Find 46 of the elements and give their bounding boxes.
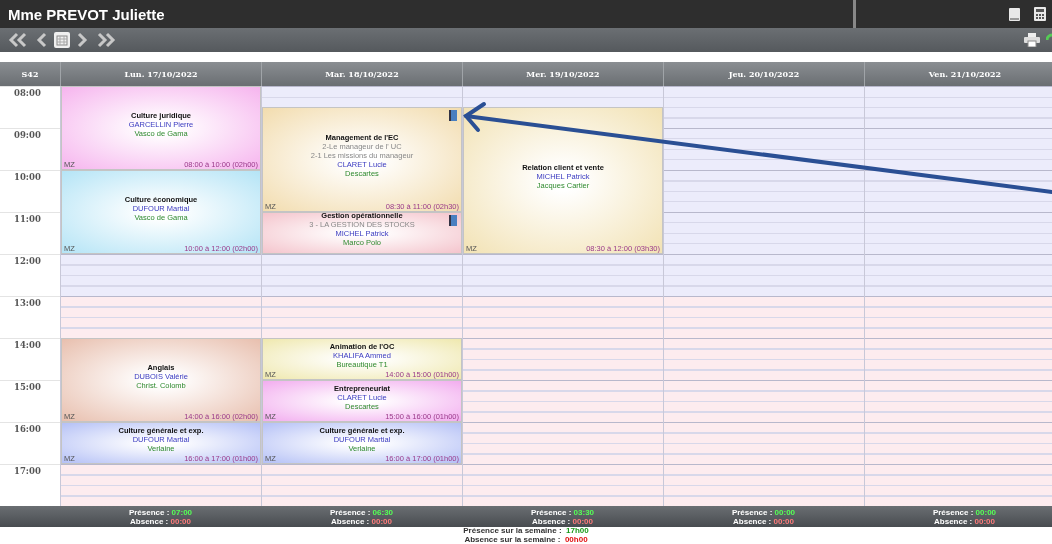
- presence-value: 00:00: [975, 507, 997, 517]
- presence-label: Présence :: [932, 507, 974, 517]
- hour-label: 08:00: [14, 88, 41, 98]
- week-number: S42: [20, 68, 40, 81]
- absence-value: 00:00: [974, 516, 995, 526]
- absence-label: Absence :: [331, 516, 370, 526]
- hour-label: 13:00: [14, 298, 41, 308]
- printer-icon[interactable]: [1024, 33, 1040, 47]
- absence-label: Absence :: [130, 516, 169, 526]
- presence-value: 03:30: [573, 507, 595, 517]
- summary-value: 00h00: [564, 534, 588, 544]
- absence-value: 00:00: [572, 516, 593, 526]
- presence-label: Présence :: [530, 507, 572, 517]
- absence-value: 00:00: [773, 516, 794, 526]
- calculator-icon[interactable]: [1034, 7, 1046, 21]
- absence-value: 00:00: [371, 516, 392, 526]
- presence-label: Présence :: [128, 507, 170, 517]
- absence-label: Absence :: [934, 516, 973, 526]
- hour-label: 11:00: [14, 214, 41, 224]
- day-header: Ven. 21/10/2022: [864, 62, 1052, 86]
- absence-label: Absence :: [532, 516, 571, 526]
- hour-label: 14:00: [14, 340, 41, 350]
- next-icon[interactable]: [76, 32, 88, 48]
- hour-label: 16:00: [14, 424, 41, 434]
- book-icon[interactable]: [1009, 7, 1020, 21]
- calendar-icon[interactable]: [54, 32, 70, 48]
- summary-label: Absence sur la semaine :: [464, 534, 561, 544]
- presence-label: Présence :: [329, 507, 371, 517]
- day-header: Mer. 19/10/2022: [462, 62, 663, 86]
- summary-value: 17h00: [566, 526, 589, 535]
- presence-value: 06:30: [372, 507, 394, 517]
- day-header: Jeu. 20/10/2022: [663, 62, 864, 86]
- hour-label: 12:00: [14, 256, 41, 266]
- previous-icon[interactable]: [36, 32, 48, 48]
- summary-label: Présence sur la semaine :: [463, 526, 562, 535]
- student-name: Mme PREVOT Juliette: [7, 5, 166, 23]
- hour-label: 10:00: [14, 172, 41, 182]
- presence-label: Présence :: [731, 507, 773, 517]
- day-header: Mar. 18/10/2022: [261, 62, 462, 86]
- presence-value: 00:00: [774, 507, 796, 517]
- absence-value: 00:00: [170, 516, 191, 526]
- hour-label: 09:00: [14, 130, 41, 140]
- hour-label: 17:00: [14, 466, 41, 476]
- presence-value: 07:00: [171, 507, 193, 517]
- hour-label: 15:00: [14, 382, 41, 392]
- absence-label: Absence :: [733, 516, 772, 526]
